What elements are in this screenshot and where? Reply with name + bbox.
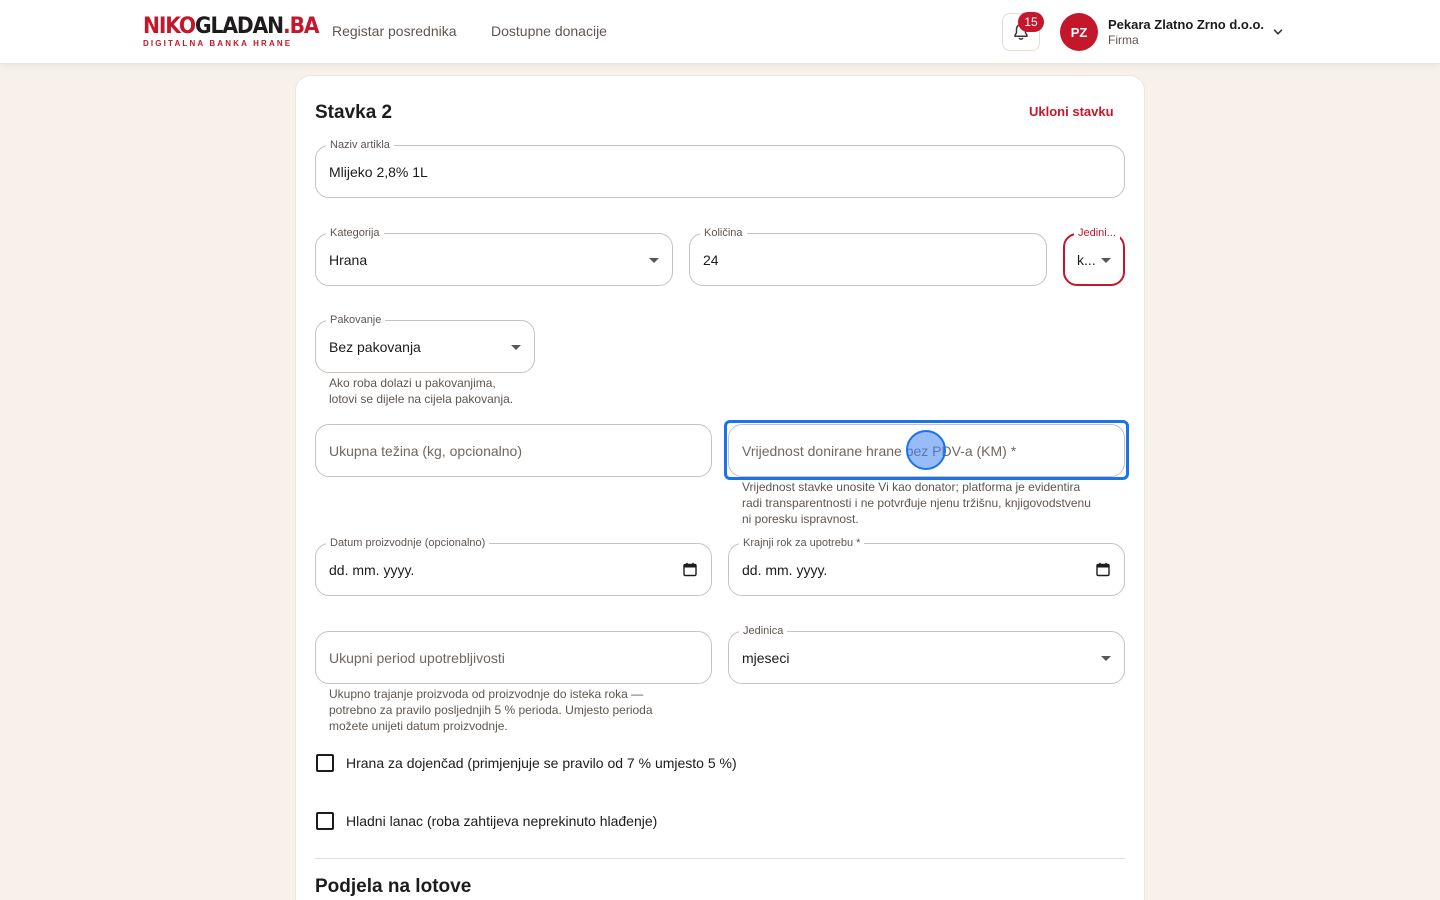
calendar-icon[interactable]	[683, 562, 697, 577]
category-label: Kategorija	[326, 226, 384, 240]
quantity-label: Količina	[700, 226, 747, 240]
cold-chain-label[interactable]: Hladni lanac (roba zahtijeva neprekinuto…	[346, 813, 657, 829]
logo-wordmark: NIKOGLADAN.BA	[143, 14, 320, 39]
cold-chain-checkbox[interactable]	[316, 812, 334, 830]
packaging-helper-text: Ako roba dolazi u pakovanjima, lotovi se…	[329, 376, 514, 406]
item-name-label: Naziv artikla	[326, 138, 394, 152]
dropdown-arrow-icon	[511, 345, 521, 350]
click-indicator	[906, 430, 946, 470]
lots-section-title: Podjela na lotove	[315, 876, 472, 897]
expiry-date-field[interactable]: Krajnji rok za upotrebu * dd. mm. yyyy.	[728, 536, 1125, 596]
unit-value: k...	[1077, 252, 1096, 268]
shelf-life-unit-label: Jedinica	[739, 624, 788, 638]
shelf-life-unit-select[interactable]: Jedinica mjeseci	[728, 624, 1125, 684]
packaging-label: Pakovanje	[326, 313, 386, 327]
packaging-select[interactable]: Pakovanje Bez pakovanja	[315, 313, 535, 373]
unit-label: Jedini...	[1074, 226, 1120, 240]
item-name-field[interactable]: Naziv artikla Mlijeko 2,8% 1L	[315, 138, 1125, 198]
unit-select[interactable]: Jedini... k...	[1063, 226, 1125, 286]
dropdown-arrow-icon	[649, 258, 659, 263]
user-role: Firma	[1108, 33, 1139, 47]
user-name[interactable]: Pekara Zlatno Zrno d.o.o.	[1108, 17, 1264, 32]
expiry-date-value: dd. mm. yyyy.	[742, 562, 828, 578]
item-name-value: Mlijeko 2,8% 1L	[329, 164, 428, 180]
calendar-icon[interactable]	[1096, 562, 1110, 577]
logo-subtitle: DIGITALNA BANKA HRANE	[143, 39, 293, 48]
item-title: Stavka 2	[315, 102, 393, 123]
total-weight-field[interactable]: Ukupna težina (kg, opcionalno)	[315, 424, 712, 477]
top-navigation-bar: NIKOGLADAN.BA DIGITALNA BANKA HRANE Regi…	[0, 0, 1440, 64]
production-date-label: Datum proizvodnje (opcionalno)	[326, 536, 490, 550]
quantity-value: 24	[703, 252, 719, 268]
category-select[interactable]: Kategorija Hrana	[315, 226, 673, 286]
shelf-life-helper-text: Ukupno trajanje proizvoda od proizvodnje…	[329, 687, 653, 733]
production-date-value: dd. mm. yyyy.	[329, 562, 415, 578]
shelf-life-unit-value: mjeseci	[742, 650, 790, 666]
packaging-value: Bez pakovanja	[329, 339, 421, 355]
infant-food-label[interactable]: Hrana za dojenčad (primjenjuje se pravil…	[346, 755, 737, 771]
expiry-date-label: Krajnji rok za upotrebu *	[739, 536, 865, 550]
logo[interactable]: NIKOGLADAN.BA DIGITALNA BANKA HRANE	[143, 14, 334, 49]
quantity-field[interactable]: Količina 24	[689, 226, 1047, 286]
shelf-life-placeholder: Ukupni period upotrebljivosti	[329, 650, 505, 666]
total-weight-placeholder: Ukupna težina (kg, opcionalno)	[329, 443, 523, 459]
dropdown-arrow-icon	[1101, 258, 1111, 263]
nav-link-registar-posrednika[interactable]: Registar posrednika	[332, 23, 457, 39]
dropdown-arrow-icon	[1101, 656, 1111, 661]
remove-item-button[interactable]: Ukloni stavku	[1029, 104, 1114, 119]
chevron-down-icon[interactable]	[1272, 26, 1284, 38]
infant-food-checkbox[interactable]	[316, 754, 334, 772]
category-value: Hrana	[329, 252, 368, 268]
shelf-life-field[interactable]: Ukupni period upotrebljivosti	[315, 631, 712, 684]
nav-link-dostupne-donacije[interactable]: Dostupne donacije	[491, 23, 607, 39]
production-date-field[interactable]: Datum proizvodnje (opcionalno) dd. mm. y…	[315, 536, 712, 596]
section-divider	[315, 858, 1125, 859]
notification-count-badge: 15	[1018, 12, 1044, 32]
donation-value-helper-text: Vrijednost stavke unosite Vi kao donator…	[742, 480, 1091, 526]
user-avatar[interactable]: PZ	[1060, 13, 1098, 51]
